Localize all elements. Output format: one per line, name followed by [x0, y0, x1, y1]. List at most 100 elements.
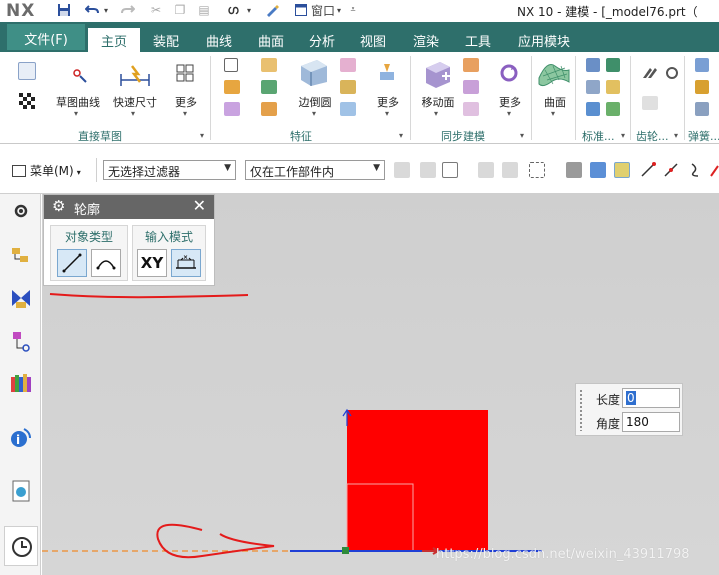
feature-select-icon[interactable] [566, 162, 582, 178]
surface-dropdown-icon[interactable]: ▾ [551, 109, 555, 118]
coordinate-mode-button[interactable]: XY [137, 249, 167, 277]
sketch-curve-button[interactable]: 草图曲线 [54, 94, 102, 110]
sketch-curve-icon[interactable] [62, 60, 96, 90]
standard-part-icon-3[interactable] [586, 80, 600, 94]
repeat-dropdown-icon[interactable]: ▾ [244, 2, 254, 18]
surface-button[interactable]: 曲面 [538, 94, 572, 110]
arc-mode-button[interactable] [91, 249, 121, 277]
reuse-library-icon[interactable] [10, 372, 32, 394]
gear-icon[interactable]: ⚙ [52, 197, 65, 215]
arc-center-snap-icon[interactable] [710, 162, 719, 178]
window-icon[interactable] [294, 2, 308, 18]
window-menu[interactable]: 窗口 ▾ [311, 2, 347, 18]
tab-curve[interactable]: 曲线 [199, 28, 239, 52]
more-features-button[interactable]: 更多 [370, 94, 406, 110]
pattern-icon[interactable] [261, 102, 277, 116]
allow-selection-icon[interactable] [420, 162, 436, 178]
delete-face-icon[interactable] [463, 102, 479, 116]
datum-plane-icon[interactable] [224, 58, 238, 72]
drag-handle[interactable] [579, 389, 583, 431]
redo-icon[interactable] [120, 2, 136, 18]
extrude-icon[interactable] [224, 80, 240, 94]
select-all-icon[interactable] [442, 162, 458, 178]
edge-blend-button[interactable]: 边倒圆 [293, 94, 337, 110]
finish-sketch-icon[interactable] [18, 92, 36, 110]
parameter-mode-button[interactable]: × [171, 249, 201, 277]
tab-analysis[interactable]: 分析 [302, 28, 342, 52]
tab-home[interactable]: 主页 [88, 28, 140, 52]
edge-blend-dropdown-icon[interactable]: ▾ [312, 109, 316, 118]
quick-dimension-button[interactable]: 快速尺寸 [110, 94, 160, 110]
gear-modeling-icon-3[interactable] [642, 96, 658, 110]
replace-face-icon[interactable] [463, 80, 479, 94]
repeat-command-icon[interactable]: ഗ [224, 2, 242, 18]
standard-part-icon-5[interactable] [586, 102, 600, 116]
undo-icon[interactable] [84, 2, 100, 18]
gear-modeling-icon-2[interactable] [664, 66, 680, 80]
standard-part-icon-2[interactable] [606, 58, 620, 72]
history-tab[interactable] [4, 526, 38, 566]
group-direct-sketch-expand-icon[interactable]: ▾ [200, 131, 204, 140]
more-sketch-tools-icon[interactable] [176, 64, 194, 82]
assembly-navigator-icon[interactable] [10, 246, 32, 268]
move-face-icon[interactable] [422, 58, 454, 90]
more-features-icon[interactable] [376, 60, 398, 82]
more-sync-icon[interactable] [498, 62, 520, 84]
settings-gear-icon[interactable] [10, 200, 32, 222]
group-feature-expand-icon[interactable]: ▾ [399, 131, 403, 140]
more-features-dropdown-icon[interactable]: ▾ [385, 109, 389, 118]
move-face-dropdown-icon[interactable]: ▾ [434, 109, 438, 118]
trim-body-icon[interactable] [340, 102, 356, 116]
surface-icon[interactable] [537, 56, 571, 88]
hole-icon[interactable] [224, 102, 240, 116]
endpoint-snap-icon[interactable] [640, 162, 656, 178]
sketch-icon[interactable] [18, 62, 36, 80]
standard-part-icon-6[interactable] [606, 102, 620, 116]
hd3d-tools-icon[interactable]: i [10, 426, 32, 448]
deselect-icon[interactable] [478, 162, 494, 178]
line-mode-button[interactable] [57, 249, 87, 277]
customize-quick-access-icon[interactable]: ⩡ [348, 2, 358, 18]
more-sketch-button[interactable]: 更多 [168, 94, 204, 110]
spring-icon-2[interactable] [695, 80, 709, 94]
standard-part-icon-4[interactable] [606, 80, 620, 94]
midpoint-snap-icon[interactable] [663, 162, 679, 178]
paste-icon[interactable]: ▤ [196, 2, 212, 18]
rectangle-select-icon[interactable] [529, 162, 545, 178]
quick-dimension-dropdown-icon[interactable]: ▾ [131, 109, 135, 118]
curve-snap-icon[interactable] [688, 162, 704, 178]
group-standard-expand-icon[interactable]: ▾ [621, 131, 625, 140]
angle-input[interactable]: 180 [622, 412, 680, 432]
web-browser-icon[interactable] [10, 480, 32, 502]
tab-assembly[interactable]: 装配 [146, 28, 186, 52]
sketch-red-rectangle[interactable] [347, 410, 488, 551]
selection-scope-select[interactable]: 仅在工作部件内 ▼ [245, 160, 385, 180]
point-snap-icon[interactable] [614, 162, 630, 178]
move-face-button[interactable]: 移动面 [417, 94, 459, 110]
chamfer-icon[interactable] [340, 58, 356, 72]
tab-tools[interactable]: 工具 [458, 28, 498, 52]
edge-blend-icon[interactable] [297, 56, 331, 88]
main-menu-button[interactable]: 菜单(M) ▾ [12, 162, 81, 179]
tab-surface[interactable]: 曲面 [251, 28, 291, 52]
cut-icon[interactable]: ✂ [148, 2, 164, 18]
tab-view[interactable]: 视图 [353, 28, 393, 52]
shell-icon[interactable] [261, 80, 277, 94]
close-icon[interactable]: ✕ [193, 196, 206, 215]
spring-icon-1[interactable] [695, 58, 709, 72]
touch-mode-icon[interactable] [264, 2, 280, 18]
tab-applications[interactable]: 应用模块 [510, 28, 578, 52]
more-sketch-dropdown-icon[interactable]: ▾ [183, 109, 187, 118]
copy-icon[interactable]: ❐ [172, 2, 188, 18]
unite-icon[interactable] [261, 58, 277, 72]
sketch-origin-point[interactable] [342, 547, 349, 554]
tab-render[interactable]: 渲染 [406, 28, 446, 52]
length-input[interactable]: 0 [622, 388, 680, 408]
spring-icon-3[interactable] [695, 102, 709, 116]
type-filter-select[interactable]: 无选择过滤器 ▼ [103, 160, 236, 180]
pull-face-icon[interactable] [463, 58, 479, 72]
constraint-navigator-icon[interactable] [10, 288, 32, 310]
part-navigator-icon[interactable] [10, 330, 32, 352]
quick-dimension-icon[interactable] [118, 60, 152, 90]
general-selection-intent-icon[interactable] [394, 162, 410, 178]
